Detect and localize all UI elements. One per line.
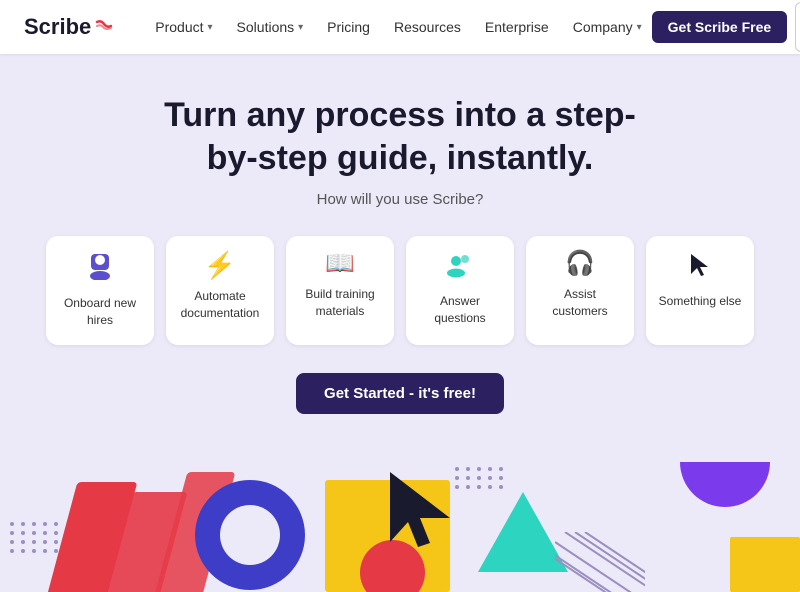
- nav-pricing[interactable]: Pricing: [317, 13, 380, 41]
- cta-section: Get Started - it's free!: [20, 373, 780, 414]
- use-case-else-label: Something else: [659, 293, 742, 310]
- cursor-icon: [687, 252, 713, 283]
- use-case-onboard-label: Onboard new hires: [58, 295, 142, 329]
- book-icon: 📖: [325, 252, 355, 276]
- use-case-customers-label: Assist customers: [538, 286, 622, 320]
- hero-subtitle: How will you use Scribe?: [20, 191, 780, 208]
- people-icon: [446, 252, 474, 283]
- use-case-training[interactable]: 📖 Build training materials: [286, 236, 394, 345]
- logo-icon: [95, 19, 113, 35]
- use-case-automate[interactable]: ⚡ Automate documentation: [166, 236, 274, 345]
- nav-product[interactable]: Product ▾: [145, 13, 222, 41]
- nav-links: Product ▾ Solutions ▾ Pricing Resources …: [145, 13, 651, 41]
- dots-pattern-right: [455, 467, 505, 489]
- headset-icon: 🎧: [565, 252, 595, 276]
- logo[interactable]: Scribe: [24, 14, 113, 40]
- hero-title: Turn any process into a step-by-step gui…: [160, 94, 640, 179]
- blue-circle-cutout: [220, 505, 280, 565]
- use-case-cards: Onboard new hires ⚡ Automate documentati…: [20, 236, 780, 345]
- purple-half-circle: [680, 462, 770, 507]
- use-case-automate-label: Automate documentation: [178, 288, 262, 322]
- get-scribe-free-button[interactable]: Get Scribe Free: [652, 11, 788, 43]
- diagonal-lines: [555, 532, 645, 592]
- use-case-training-label: Build training materials: [298, 286, 382, 320]
- use-case-else[interactable]: Something else: [646, 236, 754, 345]
- nav-solutions[interactable]: Solutions ▾: [227, 13, 314, 41]
- nav-company[interactable]: Company ▾: [563, 13, 652, 41]
- illustration-section: [0, 462, 800, 592]
- large-cursor-icon: [380, 467, 460, 562]
- nav-actions: Get Scribe Free Sign In: [652, 2, 800, 52]
- hero-section: Turn any process into a step-by-step gui…: [0, 54, 800, 462]
- nav-resources[interactable]: Resources: [384, 13, 471, 41]
- navbar: Scribe Product ▾ Solutions ▾ Pricing Res…: [0, 0, 800, 54]
- chevron-down-icon: ▾: [298, 22, 303, 33]
- user-icon: [87, 252, 113, 285]
- use-case-onboard[interactable]: Onboard new hires: [46, 236, 154, 345]
- use-case-customers[interactable]: 🎧 Assist customers: [526, 236, 634, 345]
- nav-enterprise[interactable]: Enterprise: [475, 13, 559, 41]
- lightning-icon: ⚡: [204, 252, 236, 278]
- use-case-questions-label: Answer questions: [418, 293, 502, 327]
- use-case-questions[interactable]: Answer questions: [406, 236, 514, 345]
- sign-in-button[interactable]: Sign In: [795, 2, 800, 52]
- get-started-button[interactable]: Get Started - it's free!: [296, 373, 504, 414]
- chevron-down-icon: ▾: [208, 22, 213, 33]
- chevron-down-icon: ▾: [637, 22, 642, 33]
- logo-text: Scribe: [24, 14, 91, 40]
- dots-pattern-left: [10, 522, 60, 553]
- yellow-rect-sm: [730, 537, 800, 592]
